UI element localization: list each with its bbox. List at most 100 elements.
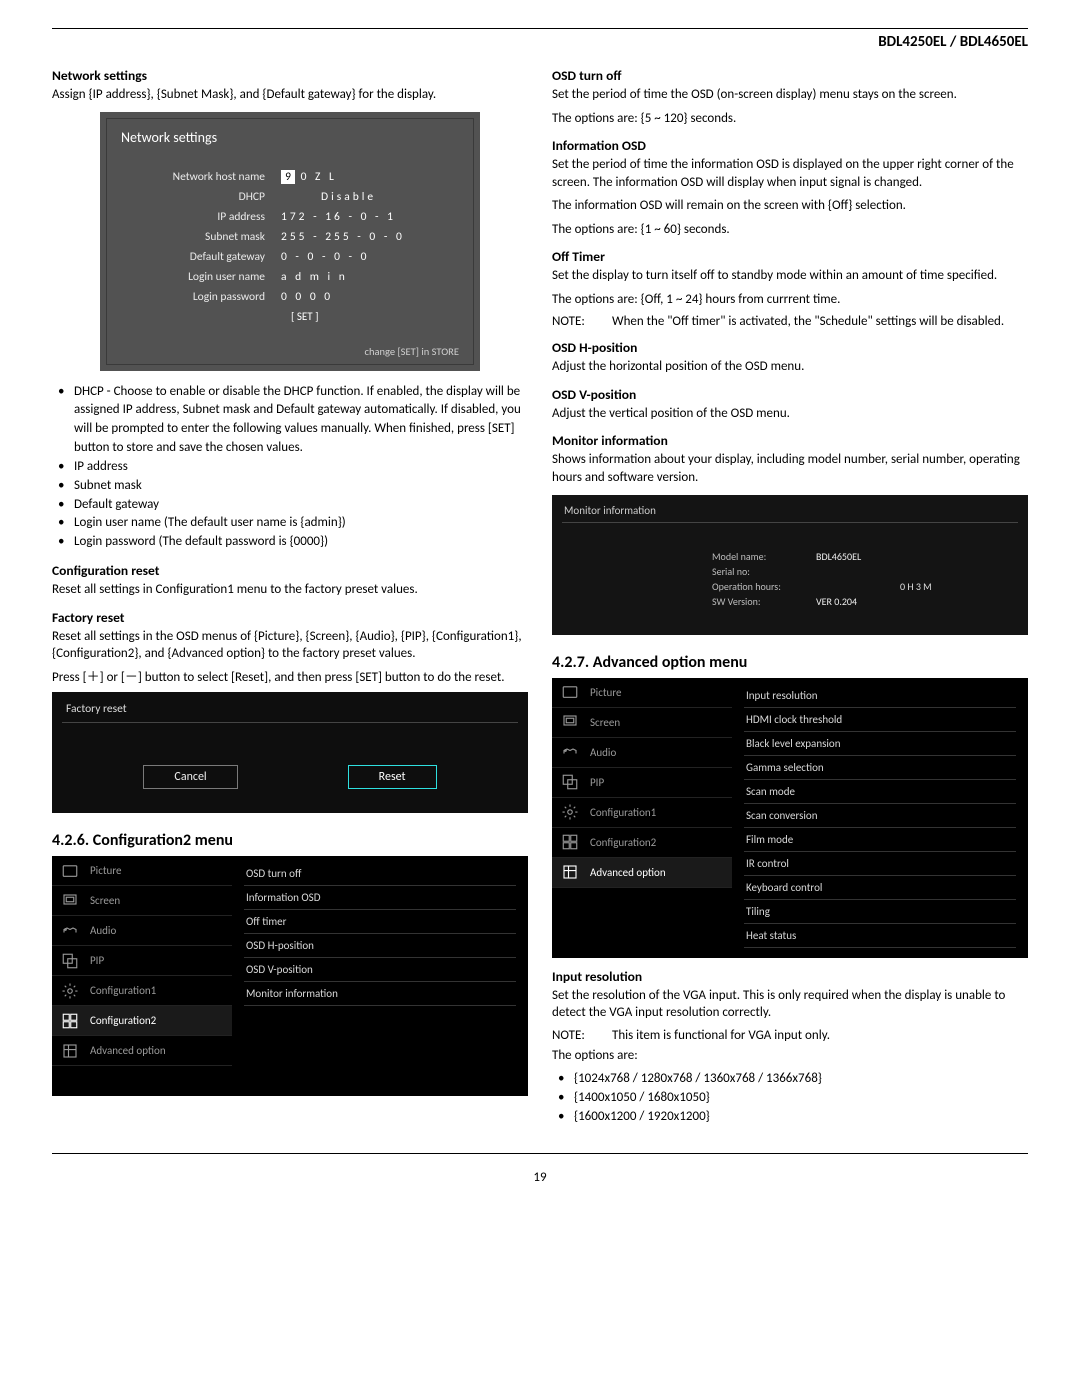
osd-menu-item[interactable]: Configuration2 [52,1006,232,1036]
osd-submenu-item[interactable]: Monitor information [244,982,516,1006]
text-conf-reset: Reset all settings in Configuration1 men… [52,581,528,599]
osd-submenu-item[interactable]: Black level expansion [744,732,1016,756]
net-set: [ SET ] [291,310,459,323]
osd-menu-label: Configuration1 [90,984,156,997]
osd-submenu-item[interactable]: Gamma selection [744,756,1016,780]
osd-submenu-item[interactable]: Off timer [244,910,516,934]
heading-monitor-info: Monitor information [552,432,1028,449]
mon-serial-k: Serial no: [712,564,802,579]
osd-submenu-item[interactable]: Film mode [744,828,1016,852]
net-pass-value: 0 0 0 0 [281,290,459,304]
panel-network-title: Network settings [121,129,459,146]
text-osd-v: Adjust the vertical position of the OSD … [552,405,1028,423]
osd-menu-item[interactable]: Audio [52,916,232,946]
net-ip-value: 172 - 16 - 0 - 1 [281,210,459,224]
heading-conf-reset: Configuration reset [52,562,528,579]
bullet-pass: Login password (The default password is … [74,533,528,552]
osd-menu-item[interactable]: Advanced option [52,1036,232,1066]
osd-submenu-item[interactable]: OSD H-position [244,934,516,958]
chevron-down-icon: ▼ [744,948,1016,971]
text-input-res: Set the resolution of the VGA input. Thi… [552,987,1028,1022]
text-info-osd: Set the period of time the information O… [552,156,1028,191]
panel-factory-reset-title: Factory reset [62,698,518,723]
osd-submenu-item[interactable]: HDMI clock threshold [744,708,1016,732]
osd-submenu-item[interactable]: Input resolution [744,684,1016,708]
osd-menu-label: Screen [90,894,120,907]
text-network-settings: Assign {IP address}, {Subnet Mask}, and … [52,86,528,104]
osd-menu-item[interactable]: Configuration1 [552,798,732,828]
heading-section-adv: 4.2.7. Advanced option menu [552,653,1028,672]
text-off-timer: Set the display to turn itself off to st… [552,267,1028,285]
bullet-dhcp: DHCP - Choose to enable or disable the D… [74,383,528,458]
screen-icon [560,712,580,732]
osd-menu-item[interactable]: Picture [52,856,232,886]
osd-menu-item[interactable]: Advanced option [552,858,732,888]
osd-submenu-item[interactable]: IR control [744,852,1016,876]
pip-icon [560,772,580,792]
osd-menu-item[interactable]: Screen [552,708,732,738]
heading-osd-h: OSD H-position [552,339,1028,356]
mon-model-k: Model name: [712,549,802,564]
network-bullets: DHCP - Choose to enable or disable the D… [52,383,528,553]
net-gateway-label: Default gateway [121,250,281,264]
grid-icon [60,1041,80,1061]
heading-factory-reset: Factory reset [52,609,528,626]
input-res-opt: {1600x1200 / 1920x1200} [574,1108,1028,1127]
osd-menu-label: Configuration2 [90,1014,156,1027]
osd-submenu-item[interactable]: Information OSD [244,886,516,910]
osd-menu-label: Picture [590,686,622,699]
net-user-value: a d m i n [281,270,459,284]
text-osd-h: Adjust the horizontal position of the OS… [552,358,1028,376]
net-subnet-value: 255 - 255 - 0 - 0 [281,230,459,244]
grid-icon [560,832,580,852]
mon-model-v: BDL4650EL [816,549,861,564]
osd-submenu-item[interactable]: Keyboard control [744,876,1016,900]
heading-network-settings: Network settings [52,67,528,84]
osd-menu-label: Picture [90,864,122,877]
input-res-opt: {1400x1050 / 1680x1050} [574,1089,1028,1108]
osd-menu-item[interactable]: Screen [52,886,232,916]
osd-menu-label: PIP [590,776,604,789]
text-osd-turn-off-opts: The options are: {5 ~ 120} seconds. [552,110,1028,128]
grid-icon [60,1011,80,1031]
osd-menu-label: Audio [590,746,616,759]
text-input-res-opts-intro: The options are: [552,1047,1028,1065]
osd-menu-item[interactable]: PIP [52,946,232,976]
text-info-osd2: The information OSD will remain on the s… [552,197,1028,215]
picture-icon [60,861,80,881]
heading-section-conf2: 4.2.6. Configuration2 menu [52,831,528,850]
panel-network-settings: Network settings Network host name 9 0 Z… [100,112,480,371]
grid-icon [560,862,580,882]
right-column: OSD turn off Set the period of time the … [552,57,1028,1135]
bullet-gateway: Default gateway [74,496,528,515]
osd-submenu-item[interactable]: OSD V-position [244,958,516,982]
osd-menu-item[interactable]: Picture [552,678,732,708]
screen-icon [60,891,80,911]
osd-menu-item[interactable]: Configuration2 [552,828,732,858]
picture-icon [560,682,580,702]
audio-icon [560,742,580,762]
text-factory-reset2: Press [＋] or [－] button to select [Reset… [52,669,528,687]
factory-reset-cancel[interactable]: Cancel [143,765,237,789]
osd-menu-item[interactable]: Audio [552,738,732,768]
text-osd-turn-off: Set the period of time the OSD (on-scree… [552,86,1028,104]
panel-monitor-info: Monitor information Model name: BDL4650E… [552,495,1028,635]
input-res-opt: {1024x768 / 1280x768 / 1360x768 / 1366x7… [574,1070,1028,1089]
osd-menu-item[interactable]: PIP [552,768,732,798]
osd-menu-label: Advanced option [90,1044,166,1057]
osd-submenu-item[interactable]: OSD turn off [244,862,516,886]
osd-submenu-item[interactable]: Heat status [744,924,1016,948]
osd-menu-label: Configuration1 [590,806,656,819]
osd-submenu-item[interactable]: Scan mode [744,780,1016,804]
heading-osd-turn-off: OSD turn off [552,67,1028,84]
osd-menu-label: Screen [590,716,620,729]
osd-menu-label: Advanced option [590,866,666,879]
factory-reset-reset[interactable]: Reset [348,765,437,789]
osd-menu-item[interactable]: Configuration1 [52,976,232,1006]
osd-submenu-item[interactable]: Scan conversion [744,804,1016,828]
net-dhcp-value: Disable [281,190,459,204]
osd-menu-label: PIP [90,954,104,967]
left-column: Network settings Assign {IP address}, {S… [52,57,528,1135]
osd-submenu-item[interactable]: Tiling [744,900,1016,924]
osd-menu-label: Audio [90,924,116,937]
